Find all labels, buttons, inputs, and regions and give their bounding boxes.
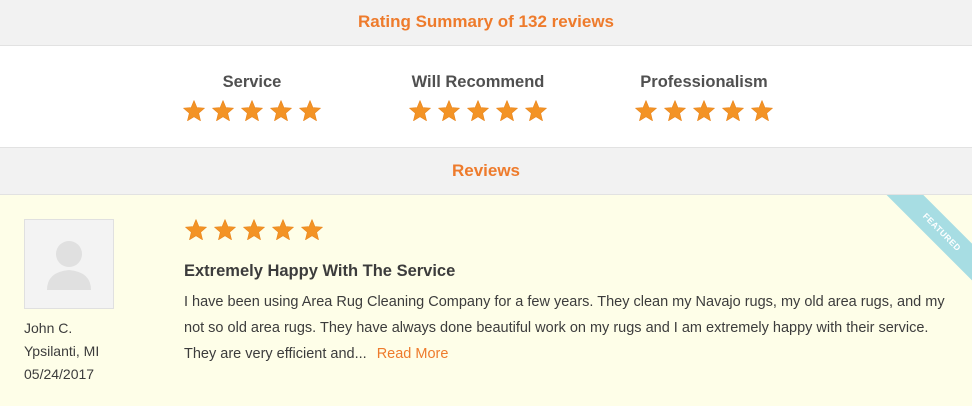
rating-will-recommend: Will Recommend	[388, 71, 568, 123]
reviewer-location: Ypsilanti, MI	[24, 343, 100, 359]
rating-stars-will-recommend	[388, 99, 568, 123]
star-icon	[270, 100, 292, 121]
star-icon	[299, 100, 321, 121]
rating-label-service: Service	[222, 73, 282, 91]
star-icon	[664, 100, 686, 121]
star-icon	[241, 100, 263, 121]
review-date: 05/24/2017	[24, 366, 95, 382]
user-silhouette-icon	[24, 219, 114, 309]
reviews-title: Reviews	[451, 161, 521, 180]
rating-stars-professionalism	[614, 99, 794, 123]
star-icon	[635, 100, 657, 121]
review-body: I have been using Area Rug Cleaning Comp…	[184, 289, 954, 367]
star-icon	[409, 100, 431, 121]
star-icon	[693, 100, 715, 121]
rating-categories: Service Will Recommend Professionalism	[0, 46, 972, 147]
star-icon	[212, 100, 234, 121]
reviewer-name: John C.	[24, 320, 73, 336]
star-icon	[722, 100, 744, 121]
rating-label-professionalism: Professionalism	[640, 73, 768, 91]
review-card: John C. Ypsilanti, MI 05/24/2017 Extreme…	[0, 195, 972, 406]
featured-ribbon: FEATURED	[882, 195, 972, 285]
review-text: I have been using Area Rug Cleaning Comp…	[184, 294, 945, 362]
review-title: Extremely Happy With The Service	[184, 262, 456, 280]
star-icon	[271, 219, 294, 240]
reviews-header: Reviews	[0, 147, 972, 195]
star-icon	[183, 100, 205, 121]
star-icon	[184, 219, 207, 240]
rating-summary-header: Rating Summary of 132 reviews	[0, 0, 972, 46]
star-icon	[242, 219, 265, 240]
star-icon	[438, 100, 460, 121]
rating-summary-title: Rating Summary of 132 reviews	[357, 12, 615, 31]
star-icon	[467, 100, 489, 121]
rating-label-will-recommend: Will Recommend	[411, 73, 545, 91]
rating-service: Service	[162, 71, 342, 123]
rating-professionalism: Professionalism	[614, 71, 794, 123]
featured-badge: FEATURED	[883, 195, 972, 285]
read-more-link[interactable]: Read More	[377, 346, 449, 362]
star-icon	[300, 219, 323, 240]
star-icon	[213, 219, 236, 240]
star-icon	[751, 100, 773, 121]
rating-stars-service	[162, 99, 342, 123]
star-icon	[525, 100, 547, 121]
review-stars	[181, 218, 326, 242]
star-icon	[496, 100, 518, 121]
